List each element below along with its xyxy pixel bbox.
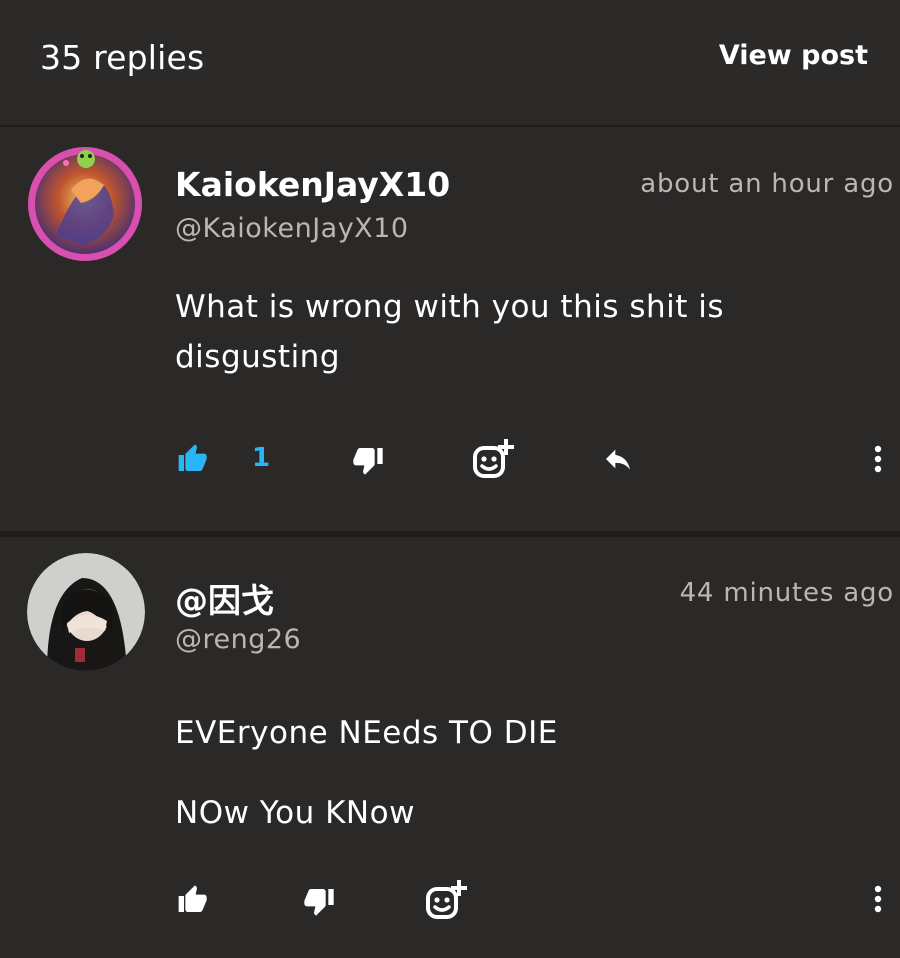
thumbs-down-icon — [304, 889, 334, 916]
like-button[interactable] — [176, 884, 208, 920]
comment-item: @因戈 44 minutes ago @reng26 EVEryone NEed… — [0, 537, 900, 958]
add-reaction-button[interactable] — [470, 437, 514, 485]
like-button[interactable] — [176, 443, 208, 479]
reply-icon — [606, 449, 630, 470]
username[interactable]: KaiokenJayX10 — [175, 165, 450, 204]
timestamp: 44 minutes ago — [679, 578, 894, 608]
add-reaction-icon — [426, 880, 467, 919]
more-vertical-icon — [874, 885, 882, 913]
thumbs-up-icon — [178, 444, 207, 471]
more-options-button[interactable] — [868, 443, 888, 479]
more-vertical-icon — [874, 445, 882, 473]
thread-header: 35 replies View post — [0, 0, 900, 127]
more-options-button[interactable] — [868, 883, 888, 919]
comment-text-line: NOw You KNow — [175, 795, 415, 831]
view-post-link[interactable]: View post — [719, 40, 868, 71]
user-handle[interactable]: @KaiokenJayX10 — [175, 213, 409, 244]
comment-text: What is wrong with you this shit is disg… — [175, 282, 724, 382]
username[interactable]: @因戈 — [175, 574, 274, 622]
dislike-button[interactable] — [303, 885, 335, 921]
avatar[interactable] — [26, 145, 144, 263]
like-count: 1 — [252, 443, 271, 473]
comment-text-line: disgusting — [175, 339, 341, 375]
thumbs-down-icon — [353, 448, 383, 475]
comment-text: EVEryone NEeds TO DIE NOw You KNow — [175, 693, 558, 853]
user-handle[interactable]: @reng26 — [175, 624, 301, 655]
dislike-button[interactable] — [352, 444, 384, 480]
comment-text-line: What is wrong with you this shit is — [175, 289, 725, 325]
comment-text-line: EVEryone NEeds TO DIE — [175, 715, 558, 751]
add-reaction-button[interactable] — [423, 878, 467, 926]
comment-item: KaiokenJayX10 about an hour ago @Kaioken… — [0, 127, 900, 531]
reply-button[interactable] — [600, 443, 636, 479]
add-reaction-icon — [473, 439, 514, 478]
timestamp: about an hour ago — [640, 169, 894, 199]
avatar[interactable] — [27, 553, 145, 671]
thumbs-up-icon — [178, 885, 207, 912]
replies-count-title: 35 replies — [40, 38, 205, 77]
